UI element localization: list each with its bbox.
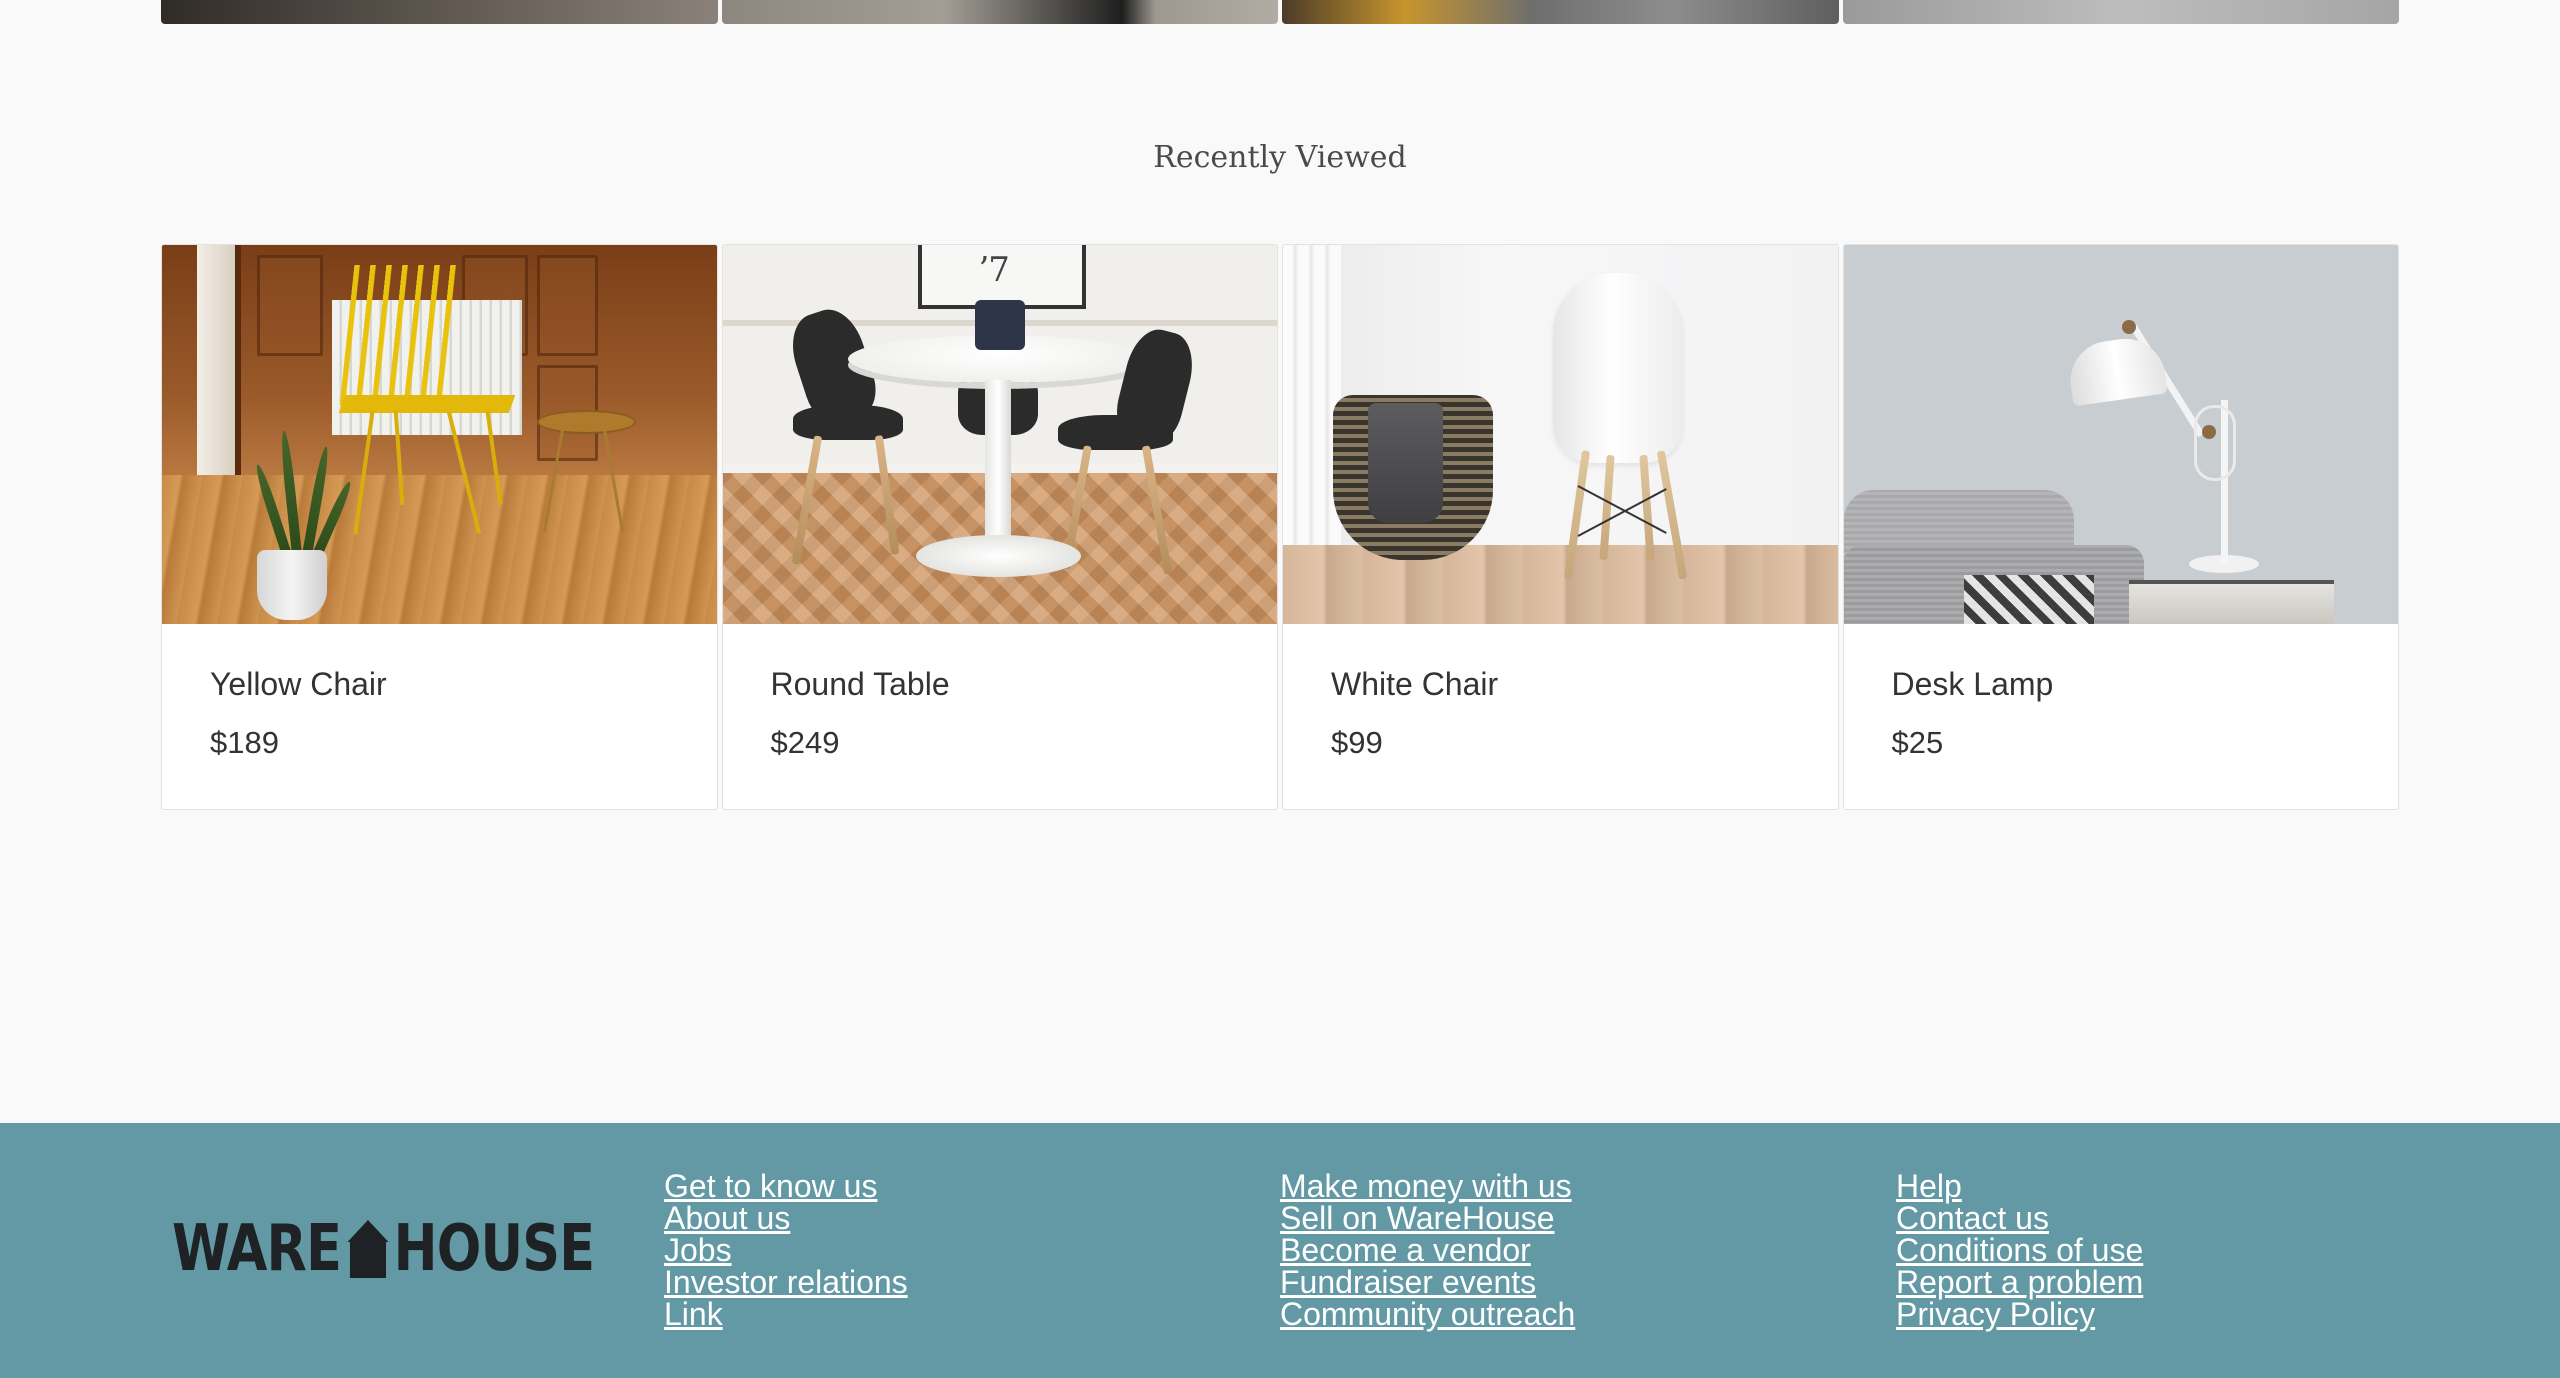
footer-link[interactable]: Community outreach <box>1280 1298 1575 1330</box>
footer-link[interactable]: Become a vendor <box>1280 1234 1575 1266</box>
product-name[interactable]: Desk Lamp <box>1892 666 2351 703</box>
logo-text-right: HOUSE <box>393 1212 596 1286</box>
product-name[interactable]: Yellow Chair <box>210 666 669 703</box>
footer-link[interactable]: Conditions of use <box>1896 1234 2143 1266</box>
footer-column-get-to-know-us: Get to know us About us Jobs Investor re… <box>664 1170 908 1330</box>
warehouse-logo[interactable]: WARE HOUSE <box>172 1212 596 1286</box>
footer-link[interactable]: Make money with us <box>1280 1170 1575 1202</box>
product-price: $249 <box>770 725 840 760</box>
product-name[interactable]: White Chair <box>1331 666 1790 703</box>
product-name[interactable]: Round Table <box>771 666 1230 703</box>
footer-link[interactable]: Contact us <box>1896 1202 2143 1234</box>
footer-link[interactable]: Investor relations <box>664 1266 908 1298</box>
product-price: $189 <box>210 725 279 760</box>
footer-link[interactable]: Get to know us <box>664 1170 908 1202</box>
product-image-yellow-chair[interactable] <box>162 245 717 624</box>
recently-viewed-title: Recently Viewed <box>1153 140 1407 175</box>
product-card-partial[interactable] <box>161 0 718 24</box>
product-image-desk-lamp[interactable] <box>1843 245 2398 624</box>
product-card-partial[interactable] <box>1842 0 2399 24</box>
footer-link[interactable]: About us <box>664 1202 908 1234</box>
product-card-round-table[interactable]: ʼ7 Round Table $249 <box>721 244 1278 810</box>
page: Recently Viewed Yellow Chair $189 ʼ7 Rou… <box>0 0 2560 1378</box>
footer-link[interactable]: Fundraiser events <box>1280 1266 1575 1298</box>
product-image-round-table[interactable]: ʼ7 <box>722 245 1277 624</box>
product-card-partial[interactable] <box>1282 0 1839 24</box>
house-icon <box>347 1220 389 1278</box>
footer-link[interactable]: Help <box>1896 1170 2143 1202</box>
product-card-partial[interactable] <box>721 0 1278 24</box>
product-image-white-chair[interactable] <box>1283 245 1838 624</box>
footer-column-help: Help Contact us Conditions of use Report… <box>1896 1170 2143 1330</box>
product-price: $25 <box>1891 725 1944 760</box>
logo-text-left: WARE <box>172 1212 342 1286</box>
footer-column-make-money: Make money with us Sell on WareHouse Bec… <box>1280 1170 1575 1330</box>
footer-link[interactable]: Privacy Policy <box>1896 1298 2143 1330</box>
previous-product-row <box>161 0 2399 24</box>
product-card-desk-lamp[interactable]: Desk Lamp $25 <box>1842 244 2399 810</box>
footer-link[interactable]: Link <box>664 1298 908 1330</box>
recently-viewed-list: Yellow Chair $189 ʼ7 Round Table $249 Wh… <box>161 244 2399 810</box>
product-card-white-chair[interactable]: White Chair $99 <box>1282 244 1839 810</box>
footer-link[interactable]: Report a problem <box>1896 1266 2143 1298</box>
footer-link[interactable]: Sell on WareHouse <box>1280 1202 1575 1234</box>
product-card-yellow-chair[interactable]: Yellow Chair $189 <box>161 244 718 810</box>
footer-link[interactable]: Jobs <box>664 1234 908 1266</box>
product-price: $99 <box>1331 725 1383 760</box>
